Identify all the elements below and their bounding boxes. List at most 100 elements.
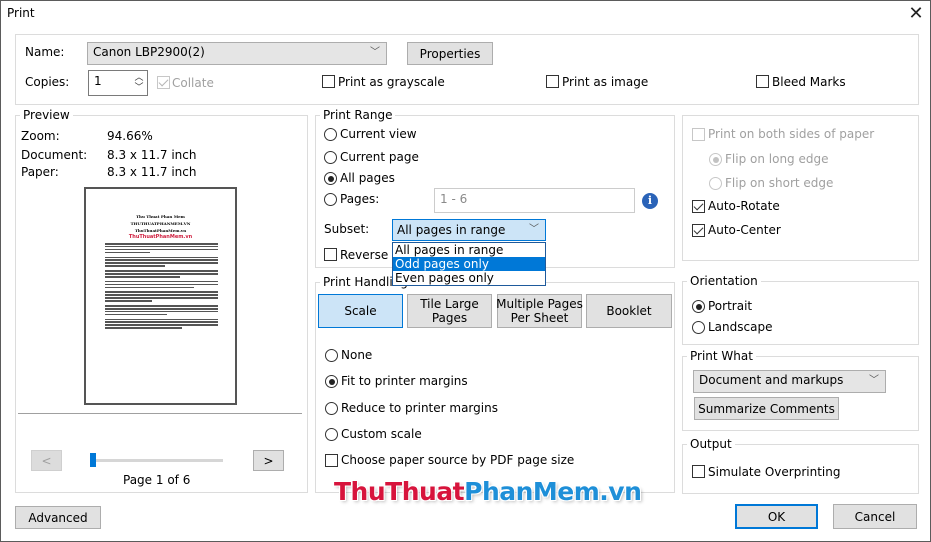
preview-text-line (105, 275, 180, 278)
custom-scale-radio[interactable] (325, 428, 338, 441)
copies-label: Copies: (25, 75, 70, 89)
print-what-legend: Print What (687, 349, 756, 363)
preview-logo: ThuThuatPhanMem.vn (128, 234, 193, 240)
chevron-down-icon: ﹀ (529, 224, 539, 235)
landscape-radio[interactable] (692, 321, 705, 334)
summarize-comments-button[interactable]: Summarize Comments (694, 397, 839, 420)
portrait-radio[interactable] (692, 300, 705, 313)
preview-text-line (105, 273, 218, 275)
preview-text-line (105, 245, 218, 248)
watermark-part1: ThuThuat (334, 477, 465, 506)
both-sides-checkbox[interactable] (692, 128, 705, 141)
document-size-label: Document: (21, 148, 88, 162)
paper-size-value: 8.3 x 11.7 inch (107, 165, 197, 179)
preview-text-line (105, 313, 168, 316)
close-icon[interactable]: ✕ (905, 3, 927, 25)
pages-radio[interactable] (324, 193, 337, 206)
tab-multiple-label-line1: Multiple Pages (496, 297, 583, 311)
flip-short-edge-radio[interactable] (709, 177, 722, 190)
tab-booklet-label: Booklet (606, 304, 652, 318)
next-page-button[interactable]: > (253, 450, 284, 471)
copies-stepper[interactable]: ︿ ﹀ (132, 73, 146, 95)
preview-text-line (105, 318, 218, 321)
tab-multiple-label-line2: Per Sheet (510, 311, 569, 325)
landscape-label: Landscape (708, 320, 773, 334)
printer-select[interactable]: Canon LBP2900(2) ﹀ (87, 42, 387, 65)
print-range-legend: Print Range (320, 108, 396, 122)
preview-body-text (105, 243, 218, 332)
grayscale-checkbox[interactable] (322, 75, 335, 88)
properties-button[interactable]: Properties (407, 42, 493, 65)
page-slider-thumb[interactable] (90, 453, 96, 467)
preview-text-line (105, 283, 218, 286)
print-what-select[interactable]: Document and markups ﹀ (693, 370, 886, 393)
all-pages-radio[interactable] (324, 172, 337, 185)
auto-rotate-checkbox[interactable] (692, 200, 705, 213)
bleed-marks-checkbox[interactable] (756, 75, 769, 88)
preview-text-line (105, 305, 218, 307)
current-view-radio[interactable] (324, 128, 337, 141)
flip-long-edge-radio[interactable] (709, 153, 722, 166)
printer-name-label: Name: (25, 45, 65, 59)
page-slider-track[interactable] (91, 459, 223, 462)
print-as-image-checkbox[interactable] (546, 75, 559, 88)
preview-text-line (105, 307, 218, 310)
subset-select[interactable]: All pages in range ﹀ (392, 219, 546, 241)
advanced-button[interactable]: Advanced (15, 506, 101, 529)
zoom-label: Zoom: (21, 129, 60, 143)
preview-legend: Preview (20, 108, 73, 122)
scale-none-radio[interactable] (325, 349, 338, 362)
current-page-radio[interactable] (324, 151, 337, 164)
tab-tile-large-pages[interactable]: Tile Large Pages (407, 294, 492, 328)
cancel-button[interactable]: Cancel (833, 504, 917, 529)
tab-tile-label-line2: Pages (431, 311, 468, 325)
copies-value: 1 (94, 74, 102, 88)
chevron-down-icon: ﹀ (370, 47, 380, 58)
preview-text-line (105, 310, 218, 313)
scale-none-label: None (341, 348, 373, 362)
preview-text-line (105, 265, 165, 267)
preview-heading-2: THUTHUATPHANMEM.VN (130, 221, 191, 226)
subset-select-value: All pages in range (397, 223, 506, 237)
current-page-label: Current page (340, 150, 419, 164)
preview-heading-3: ThuThuatPhanMem.vn (134, 228, 187, 233)
subset-option-odd[interactable]: Odd pages only (393, 257, 545, 271)
both-sides-label: Print on both sides of paper (708, 127, 875, 141)
page-indicator: Page 1 of 6 (123, 473, 191, 487)
auto-center-checkbox[interactable] (692, 224, 705, 237)
simulate-overprinting-checkbox[interactable] (692, 465, 705, 478)
subset-option-even[interactable]: Even pages only (393, 271, 545, 285)
portrait-label: Portrait (708, 299, 753, 313)
preview-text-line (105, 321, 218, 324)
tab-scale[interactable]: Scale (318, 294, 403, 328)
output-legend: Output (687, 437, 735, 451)
printer-select-value: Canon LBP2900(2) (93, 45, 205, 59)
preview-text-line (105, 270, 218, 272)
reduce-to-margins-radio[interactable] (325, 402, 338, 415)
current-view-label: Current view (340, 127, 417, 141)
subset-option-all[interactable]: All pages in range (393, 243, 545, 257)
pages-input[interactable]: 1 - 6 (434, 188, 635, 213)
fit-to-margins-radio[interactable] (325, 375, 338, 388)
subset-label: Subset: (324, 222, 370, 236)
preview-text-line (105, 324, 218, 326)
paper-source-checkbox[interactable] (325, 454, 338, 467)
auto-rotate-label: Auto-Rotate (708, 199, 780, 213)
reverse-pages-checkbox[interactable] (324, 248, 337, 261)
pages-label: Pages: (340, 192, 380, 206)
preview-text-line (105, 259, 218, 262)
page-preview-thumbnail: Thu Thuat Phan Mem THUTHUATPHANMEM.VN Th… (84, 187, 237, 405)
collate-checkbox[interactable] (157, 76, 170, 89)
collate-label: Collate (172, 76, 214, 90)
copies-input[interactable]: 1 ︿ ﹀ (88, 70, 148, 96)
preview-text-line (105, 300, 153, 302)
tab-multiple-pages-per-sheet[interactable]: Multiple Pages Per Sheet (496, 294, 583, 328)
tab-booklet[interactable]: Booklet (586, 294, 672, 328)
preview-text-line (105, 294, 218, 296)
preview-text-line (105, 248, 218, 251)
orientation-legend: Orientation (687, 274, 761, 288)
info-icon[interactable]: i (642, 193, 658, 209)
prev-page-button[interactable]: < (31, 450, 62, 471)
preview-text-line (105, 280, 218, 283)
ok-button[interactable]: OK (735, 504, 818, 529)
